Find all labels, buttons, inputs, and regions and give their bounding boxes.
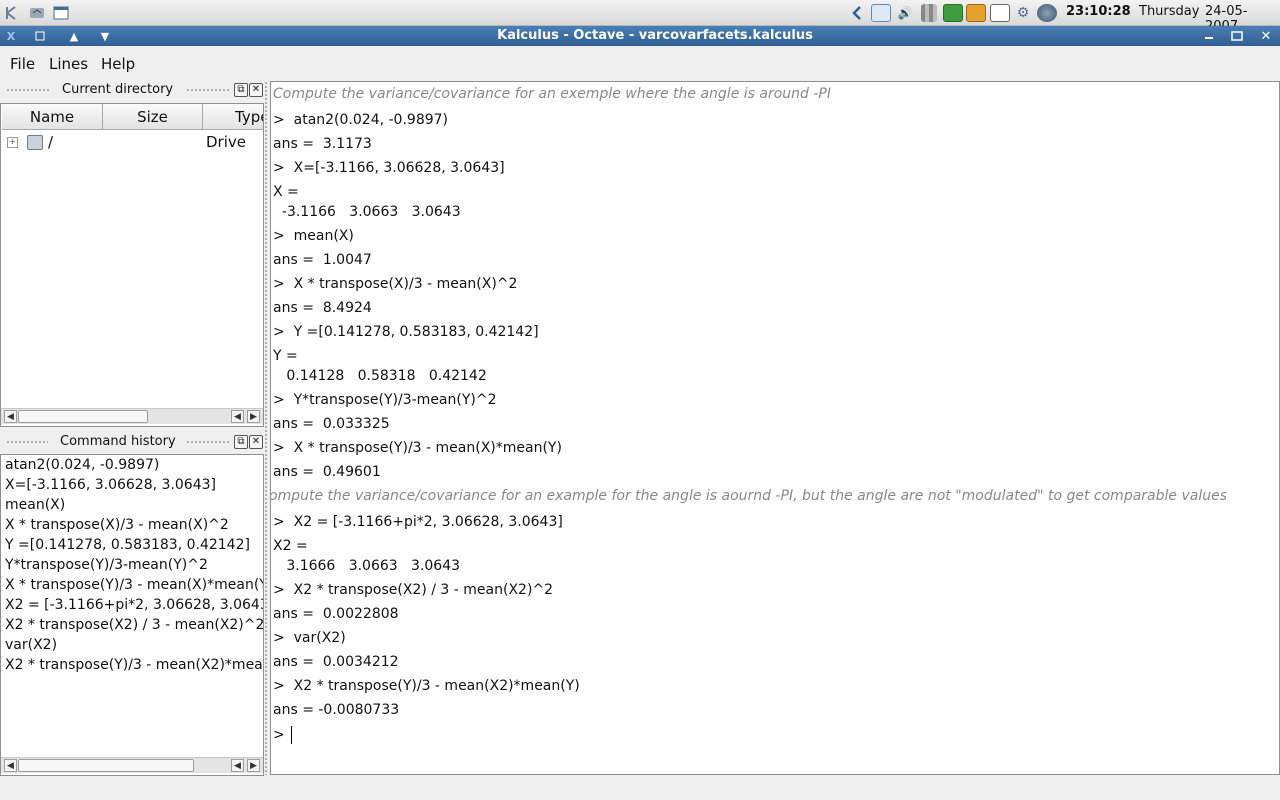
command-history-list[interactable]: atan2(0.024, -0.9897) X=[-3.1166, 3.0662…	[0, 454, 264, 776]
dock-splitter[interactable]	[264, 81, 269, 775]
text-cursor	[290, 726, 292, 744]
window-title: Kalculus - Octave - varcovarfacets.kalcu…	[497, 28, 813, 43]
console-output: 3.1666 3.0663 3.0643	[273, 558, 461, 574]
expand-icon[interactable]: +	[7, 137, 18, 148]
console-output: ans = 0.033325	[273, 416, 390, 432]
console-output: ans = 0.0022808	[273, 606, 399, 622]
key-icon[interactable]	[966, 4, 986, 22]
console-output: ans = 8.4924	[273, 300, 372, 316]
console-output: ans = 3.1173	[273, 136, 372, 152]
scroll-right-icon[interactable]: ▶	[247, 759, 260, 772]
directory-tree[interactable]: Name Size Type + / Drive ◀ ◀ ▶	[0, 103, 264, 427]
tree-row-type: Drive	[206, 133, 246, 151]
maximize-icon[interactable]	[1227, 29, 1247, 43]
dock-grip[interactable]	[186, 89, 230, 91]
column-header-type[interactable]: Type	[203, 104, 263, 130]
console-output: ans = -0.0080733	[273, 702, 400, 718]
minimize-icon[interactable]	[1199, 29, 1219, 43]
column-header-name[interactable]: Name	[2, 104, 103, 130]
scroll-left-icon[interactable]: ◀	[4, 759, 17, 772]
history-item[interactable]: X=[-3.1166, 3.06628, 3.0643]	[5, 477, 216, 497]
menu-file[interactable]: File	[10, 55, 35, 73]
console-output: ans = 0.49601	[273, 464, 381, 480]
document-icon[interactable]	[871, 4, 891, 22]
console-comment: Compute the variance/covariance for an e…	[273, 86, 831, 102]
console-command[interactable]: > mean(X)	[273, 227, 354, 245]
battery-icon[interactable]	[943, 4, 963, 22]
console-output: ans = 0.0034212	[273, 654, 399, 670]
console-output: X2 =	[273, 538, 308, 554]
current-directory-header[interactable]: Current directory ⧉ ✕	[0, 80, 264, 100]
network-icon[interactable]	[921, 4, 937, 22]
scrollbar-thumb[interactable]	[18, 759, 194, 772]
history-item[interactable]: X * transpose(Y)/3 - mean(X)*mean(Y)	[5, 577, 263, 597]
close-icon[interactable]: ✕	[249, 83, 263, 97]
console-command[interactable]: > Y =[0.141278, 0.583183, 0.42142]	[273, 323, 539, 341]
dock-grip[interactable]	[6, 441, 48, 443]
kde-menu-icon[interactable]	[3, 4, 21, 22]
close-icon[interactable]: ✕	[249, 435, 263, 449]
history-item[interactable]: X * transpose(X)/3 - mean(X)^2	[5, 517, 229, 537]
history-item[interactable]: X2 = [-3.1166+pi*2, 3.06628, 3.0643]	[5, 597, 263, 617]
float-icon[interactable]: ⧉	[234, 435, 248, 449]
horizontal-scrollbar[interactable]: ◀ ◀ ▶	[1, 408, 263, 424]
console-output: 0.14128 0.58318 0.42142	[273, 368, 487, 384]
scroll-left-icon[interactable]: ◀	[4, 410, 17, 423]
menu-lines[interactable]: Lines	[49, 55, 88, 73]
command-history-title: Command history	[60, 434, 176, 449]
console-command[interactable]: > X * transpose(X)/3 - mean(X)^2	[273, 275, 517, 293]
console-command[interactable]: > Y*transpose(Y)/3-mean(Y)^2	[273, 391, 497, 409]
drive-icon	[27, 135, 43, 150]
console-command[interactable]: > var(X2)	[273, 629, 346, 647]
console-command[interactable]: > atan2(0.024, -0.9897)	[273, 111, 448, 129]
update-icon[interactable]	[1037, 4, 1057, 22]
history-item[interactable]: mean(X)	[5, 497, 65, 517]
float-icon[interactable]: ⧉	[234, 83, 248, 97]
volume-icon[interactable]: 🔊	[896, 4, 914, 22]
scroll-right-icon[interactable]: ▶	[247, 410, 260, 423]
console-command[interactable]: > X * transpose(Y)/3 - mean(X)*mean(Y)	[273, 439, 562, 457]
current-directory-title: Current directory	[62, 82, 174, 97]
history-item[interactable]: Y*transpose(Y)/3-mean(Y)^2	[5, 557, 208, 577]
close-icon[interactable]: ✕	[1256, 29, 1276, 44]
octave-console[interactable]: Compute the variance/covariance for an e…	[270, 81, 1280, 775]
menubar: File Lines Help	[0, 46, 1280, 78]
console-input-line[interactable]: >	[273, 726, 292, 744]
scroll-left-icon[interactable]: ◀	[231, 410, 244, 423]
dock-grip[interactable]	[186, 441, 230, 443]
column-header-size[interactable]: Size	[103, 104, 203, 130]
dock-grip[interactable]	[6, 89, 50, 91]
arrow-left-icon[interactable]	[848, 4, 866, 22]
console-command[interactable]: > X2 = [-3.1166+pi*2, 3.06628, 3.0643]	[273, 513, 563, 531]
show-desktop-icon[interactable]	[52, 4, 70, 22]
klipper-icon[interactable]	[990, 4, 1010, 22]
tree-row-name: /	[48, 133, 54, 151]
history-item[interactable]: Y =[0.141278, 0.583183, 0.42142]	[5, 537, 250, 557]
history-item[interactable]: atan2(0.024, -0.9897)	[5, 457, 159, 477]
settings-icon[interactable]: ⚙	[1014, 4, 1032, 22]
console-output: -3.1166 3.0663 3.0643	[273, 204, 461, 220]
console-output: ans = 1.0047	[273, 252, 372, 268]
system-tools-icon[interactable]	[28, 4, 46, 22]
command-history-header[interactable]: Command history ⧉ ✕	[0, 432, 264, 452]
tree-row[interactable]: + / Drive	[1, 132, 263, 152]
clock-day[interactable]: Thursday	[1139, 4, 1199, 19]
console-command[interactable]: > X=[-3.1166, 3.06628, 3.0643]	[273, 159, 505, 177]
kde-panel: 🔊 ⚙ 23:10:28 Thursday 24-05-2007	[0, 0, 1280, 34]
console-output: Y =	[273, 348, 298, 364]
scrollbar-thumb[interactable]	[18, 410, 148, 423]
history-item[interactable]: var(X2)	[5, 637, 57, 657]
menu-help[interactable]: Help	[101, 55, 135, 73]
console-command[interactable]: > X2 * transpose(X2) / 3 - mean(X2)^2	[273, 581, 553, 599]
history-item[interactable]: X2 * transpose(Y)/3 - mean(X2)*mean(Y)	[5, 657, 263, 677]
clock-time[interactable]: 23:10:28	[1066, 4, 1131, 19]
history-item[interactable]: X2 * transpose(X2) / 3 - mean(X2)^2	[5, 617, 263, 637]
window-titlebar[interactable]: X ▲ ▼ Kalculus - Octave - varcovarfacets…	[0, 26, 1280, 46]
console-command[interactable]: > X2 * transpose(Y)/3 - mean(X2)*mean(Y)	[273, 677, 580, 695]
horizontal-scrollbar[interactable]: ◀ ◀ ▶	[1, 757, 263, 773]
console-prompt: >	[273, 727, 285, 743]
scroll-left-icon[interactable]: ◀	[231, 759, 244, 772]
console-comment: ompute the variance/covariance for an ex…	[270, 488, 1227, 504]
console-output: X =	[273, 184, 299, 200]
